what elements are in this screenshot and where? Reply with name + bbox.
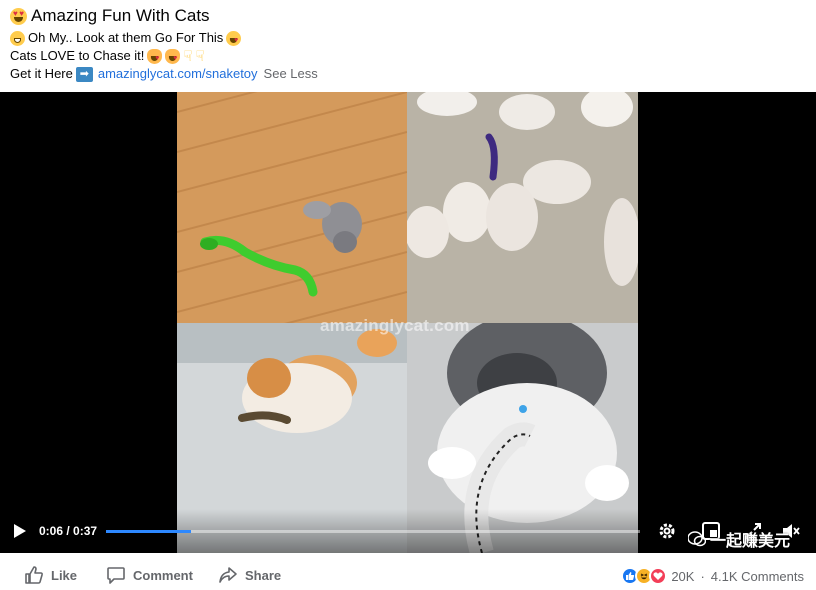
- thumbs-up-icon: [25, 566, 43, 584]
- heart-eyes-cat-emoji-icon: [165, 48, 181, 68]
- heart-eyes-cat-emoji-icon: [147, 48, 163, 68]
- separator-dot: ·: [700, 568, 705, 584]
- wechat-watermark-text: 一起赚美元: [709, 533, 790, 550]
- play-icon[interactable]: [12, 523, 28, 539]
- video-quadrant-kitten-floor: [177, 92, 407, 323]
- comment-button[interactable]: Comment: [106, 565, 193, 585]
- page-name[interactable]: Amazing Fun With Cats: [31, 6, 210, 26]
- page-title-row: Amazing Fun With Cats: [10, 6, 806, 26]
- love-reaction-icon: [649, 567, 668, 585]
- post-text-1: Oh My.. Look at them Go For This: [28, 30, 224, 45]
- comments-count[interactable]: 4.1K Comments: [711, 569, 804, 584]
- right-arrow-emoji-icon: ➡: [75, 66, 93, 82]
- post-header: Amazing Fun With Cats Oh My.. Look at th…: [10, 6, 806, 83]
- post-text-line-1: Oh My.. Look at them Go For This: [10, 29, 806, 50]
- settings-gear-icon[interactable]: [657, 521, 677, 541]
- video-time: 0:06 / 0:37: [39, 524, 98, 538]
- video-player[interactable]: amazinglycat.com 0:06 / 0:37 一起赚美元: [0, 92, 816, 553]
- video-watermark: amazinglycat.com: [320, 316, 470, 335]
- video-progress-fill: [106, 530, 192, 533]
- pointing-down-emoji-icon: ☟: [183, 47, 193, 65]
- share-label: Share: [245, 567, 282, 583]
- comment-icon: [107, 567, 125, 584]
- wechat-watermark: 一起赚美元: [687, 527, 790, 551]
- share-button[interactable]: Share: [218, 565, 281, 585]
- post-text-line-3: Get it Here ➡ amazinglycat.com/snaketoy …: [10, 65, 806, 83]
- post-text-2: Cats LOVE to Chase it!: [10, 48, 145, 63]
- reactions-summary[interactable]: 20K · 4.1K Comments: [621, 567, 804, 585]
- heart-eyes-emoji-icon: [10, 7, 27, 25]
- see-less-link[interactable]: See Less: [264, 65, 318, 83]
- product-link[interactable]: amazinglycat.com/snaketoy: [98, 65, 258, 83]
- wechat-icon: [687, 531, 706, 547]
- like-label: Like: [51, 567, 78, 583]
- comment-label: Comment: [133, 567, 193, 583]
- post-text-line-2: Cats LOVE to Chase it! ☟ ☟: [10, 47, 806, 68]
- video-quadrant-kitten-group: [407, 92, 638, 323]
- grinning-emoji-icon: [10, 30, 25, 46]
- post-action-bar: Like Comment Share 20K · 4.1K Comments: [0, 553, 816, 590]
- share-icon: [219, 567, 237, 583]
- video-progress-bar[interactable]: [106, 530, 640, 533]
- like-button[interactable]: Like: [24, 565, 77, 585]
- post-text-3: Get it Here: [10, 66, 73, 81]
- heart-eyes-emoji-icon: [226, 30, 242, 50]
- reaction-count: 20K: [671, 568, 695, 584]
- pointing-down-emoji-icon: ☟: [195, 47, 205, 65]
